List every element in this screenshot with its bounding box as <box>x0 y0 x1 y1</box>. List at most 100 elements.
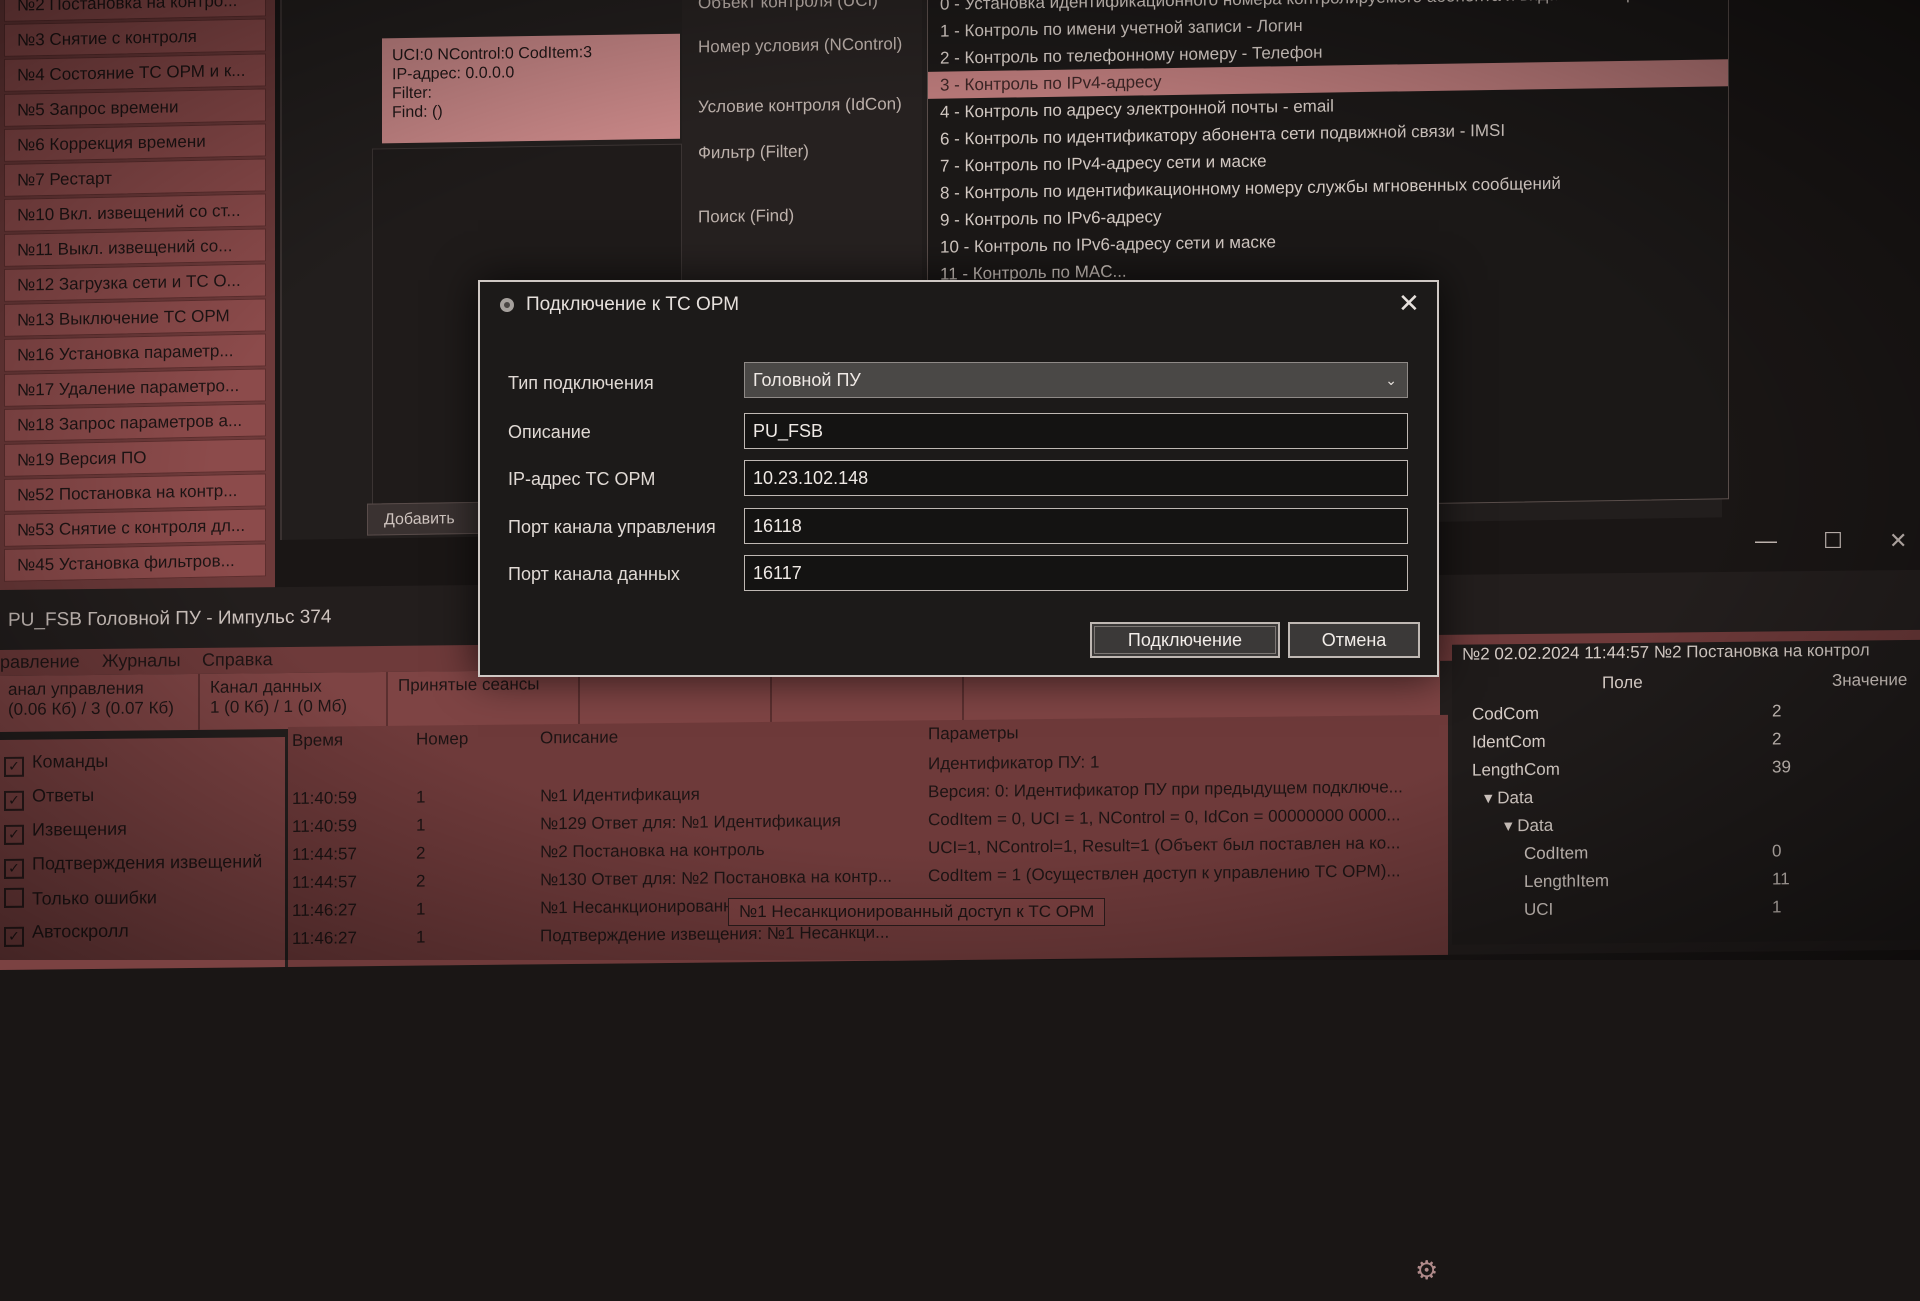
command-item[interactable]: №11 Выкл. извещений со... <box>4 228 266 267</box>
command-item[interactable]: №3 Снятие с контроля <box>4 18 266 57</box>
tab-sessions[interactable]: Принятые сеансы <box>390 669 580 728</box>
command-item[interactable]: №13 Выключение ТС ОРМ <box>4 298 266 337</box>
data-port-label: Порт канала данных <box>508 564 680 584</box>
chevron-down-icon: ⌄ <box>1385 372 1397 388</box>
connection-type-label: Тип подключения <box>508 373 654 393</box>
col-description[interactable]: Описание <box>540 728 618 749</box>
close-icon[interactable]: ✕ <box>1398 288 1420 319</box>
checkbox-box[interactable]: ✓ <box>4 824 24 845</box>
tab-stats: 1 (0 Кб) / 1 (0 Мб) <box>210 696 348 717</box>
window-controls: — ☐ ✕ <box>1755 528 1907 554</box>
cell-number: 1 <box>416 927 426 947</box>
find-label: Поиск (Find) <box>698 205 795 227</box>
connect-button[interactable]: Подключение <box>1090 622 1280 658</box>
cancel-button[interactable]: Отмена <box>1288 622 1420 658</box>
filter-checkbox[interactable]: Только ошибки <box>4 886 157 910</box>
checkbox-box[interactable] <box>4 887 24 908</box>
idcon-label: Условие контроля (IdCon) <box>698 94 902 117</box>
minimize-icon[interactable]: — <box>1755 528 1777 553</box>
detail-field[interactable]: ▾ Data <box>1484 788 1533 809</box>
command-item[interactable]: №6 Коррекция времени <box>4 123 266 162</box>
gear-icon[interactable]: ⚙ <box>1415 1255 1438 1286</box>
cell-description: №129 Ответ для: №1 Идентификация <box>540 811 841 834</box>
cell-time: 11:40:59 <box>292 816 357 836</box>
checkbox-box[interactable]: ✓ <box>4 756 24 777</box>
cell-time: 11:46:27 <box>292 900 357 920</box>
filter-label: Команды <box>32 750 109 772</box>
menu-control[interactable]: равление <box>0 651 80 673</box>
menu-journals[interactable]: Журналы <box>102 650 181 672</box>
cell-time: 11:40:59 <box>292 788 357 808</box>
connection-type-select[interactable]: Головной ПУ ⌄ <box>744 362 1408 398</box>
detail-field[interactable]: CodItem <box>1524 843 1588 864</box>
connect-dialog: Подключение к ТС ОРМ ✕ Тип подключения Г… <box>478 280 1439 677</box>
checkbox-box[interactable]: ✓ <box>4 926 24 947</box>
connection-type-value: Головной ПУ <box>753 370 861 390</box>
cell-parameters: Версия: 0: Идентификатор ПУ при предыдущ… <box>928 777 1403 802</box>
detail-field[interactable]: ▾ Data <box>1504 816 1553 837</box>
cell-number: 1 <box>416 815 426 835</box>
command-item[interactable]: №4 Состояние ТС ОРМ и к... <box>4 53 266 92</box>
col-parameters[interactable]: Параметры <box>928 723 1019 744</box>
command-item[interactable]: №53 Снятие с контроля дл... <box>4 508 266 547</box>
filter-label: Фильтр (Filter) <box>698 141 809 163</box>
command-item[interactable]: №10 Вкл. извещений со ст... <box>4 193 266 232</box>
filter-checkbox[interactable]: ✓ Автоскролл <box>4 921 129 947</box>
command-item[interactable]: №5 Запрос времени <box>4 88 266 127</box>
command-item[interactable]: №17 Удаление параметро... <box>4 368 266 407</box>
col-field[interactable]: Поле <box>1602 673 1643 693</box>
filter-checkbox[interactable]: ✓ Ответы <box>4 785 94 811</box>
data-port-input[interactable] <box>744 555 1408 591</box>
ip-address-label: IP-адрес ТС ОРМ <box>508 469 656 489</box>
cell-description: №2 Постановка на контроль <box>540 839 765 862</box>
add-button[interactable]: Добавить <box>367 501 487 536</box>
col-value[interactable]: Значение <box>1832 670 1907 691</box>
main-window-title: PU_FSB Головной ПУ - Импульс 374 <box>8 606 332 631</box>
tab-data-channel[interactable]: Канал данных 1 (0 Кб) / 1 (0 Мб) <box>202 671 388 730</box>
filter-checkbox[interactable]: ✓ Команды <box>4 751 108 777</box>
detail-field[interactable]: CodCom <box>1472 704 1539 725</box>
command-item[interactable]: №16 Установка параметр... <box>4 333 266 372</box>
cell-parameters: Идентификатор ПУ: 1 <box>928 752 1100 774</box>
detail-field[interactable]: IdentCom <box>1472 732 1546 753</box>
app-icon <box>500 298 514 312</box>
detail-field[interactable]: LengthItem <box>1524 871 1609 892</box>
dialog-title: Подключение к ТС ОРМ <box>526 294 740 315</box>
log-table: Время Номер Описание Параметры Идентифик… <box>288 714 1448 967</box>
checkbox-box[interactable]: ✓ <box>4 790 24 811</box>
col-time[interactable]: Время <box>292 730 343 751</box>
description-input[interactable] <box>744 413 1408 449</box>
detail-field[interactable]: UCI <box>1524 900 1553 920</box>
filter-checkbox[interactable]: ✓ Подтверждения извещений <box>4 851 262 879</box>
command-item[interactable]: №7 Рестарт <box>4 158 266 197</box>
cell-parameters <box>928 889 1443 894</box>
cell-number <box>416 759 516 760</box>
cell-description: №130 Ответ для: №2 Постановка на контр..… <box>540 866 893 890</box>
cell-parameters: UCI=1, NControl=1, Result=1 (Объект был … <box>928 833 1401 858</box>
ip-address-input[interactable] <box>744 460 1408 496</box>
checkbox-box[interactable]: ✓ <box>4 858 24 879</box>
command-item[interactable]: №18 Запрос параметров а... <box>4 403 266 442</box>
detail-field[interactable]: LengthCom <box>1472 760 1560 781</box>
command-item[interactable]: №52 Постановка на контр... <box>4 473 266 512</box>
find-line: Find: () <box>392 103 443 122</box>
command-item[interactable]: №45 Установка фильтров... <box>4 543 266 582</box>
control-port-input[interactable] <box>744 508 1408 544</box>
close-icon[interactable]: ✕ <box>1889 528 1907 553</box>
filter-checkbox[interactable]: ✓ Извещения <box>4 819 127 845</box>
filter-label: Извещения <box>32 818 127 840</box>
filter-label: Подтверждения извещений <box>32 851 263 874</box>
col-number[interactable]: Номер <box>416 729 468 750</box>
tab-title: анал управления <box>8 678 144 699</box>
maximize-icon[interactable]: ☐ <box>1823 528 1843 553</box>
menu-help[interactable]: Справка <box>202 649 273 671</box>
tab-title: Канал данных <box>210 676 322 697</box>
command-item[interactable]: №19 Версия ПО <box>4 438 266 477</box>
detail-value: 1 <box>1772 897 1782 917</box>
uci-summary: UCI:0 NControl:0 CodItem:3 IP-адрес: 0.0… <box>382 33 680 144</box>
uci-label: Объект контроля (UCI) <box>698 0 878 13</box>
command-item[interactable]: №12 Загрузка сети и ТС О... <box>4 263 266 302</box>
filter-label: Ответы <box>32 785 95 806</box>
tab-control-channel[interactable]: анал управления (0.06 Кб) / 3 (0.07 Кб) <box>0 673 200 732</box>
cell-description: №1 Идентификация <box>540 784 700 806</box>
